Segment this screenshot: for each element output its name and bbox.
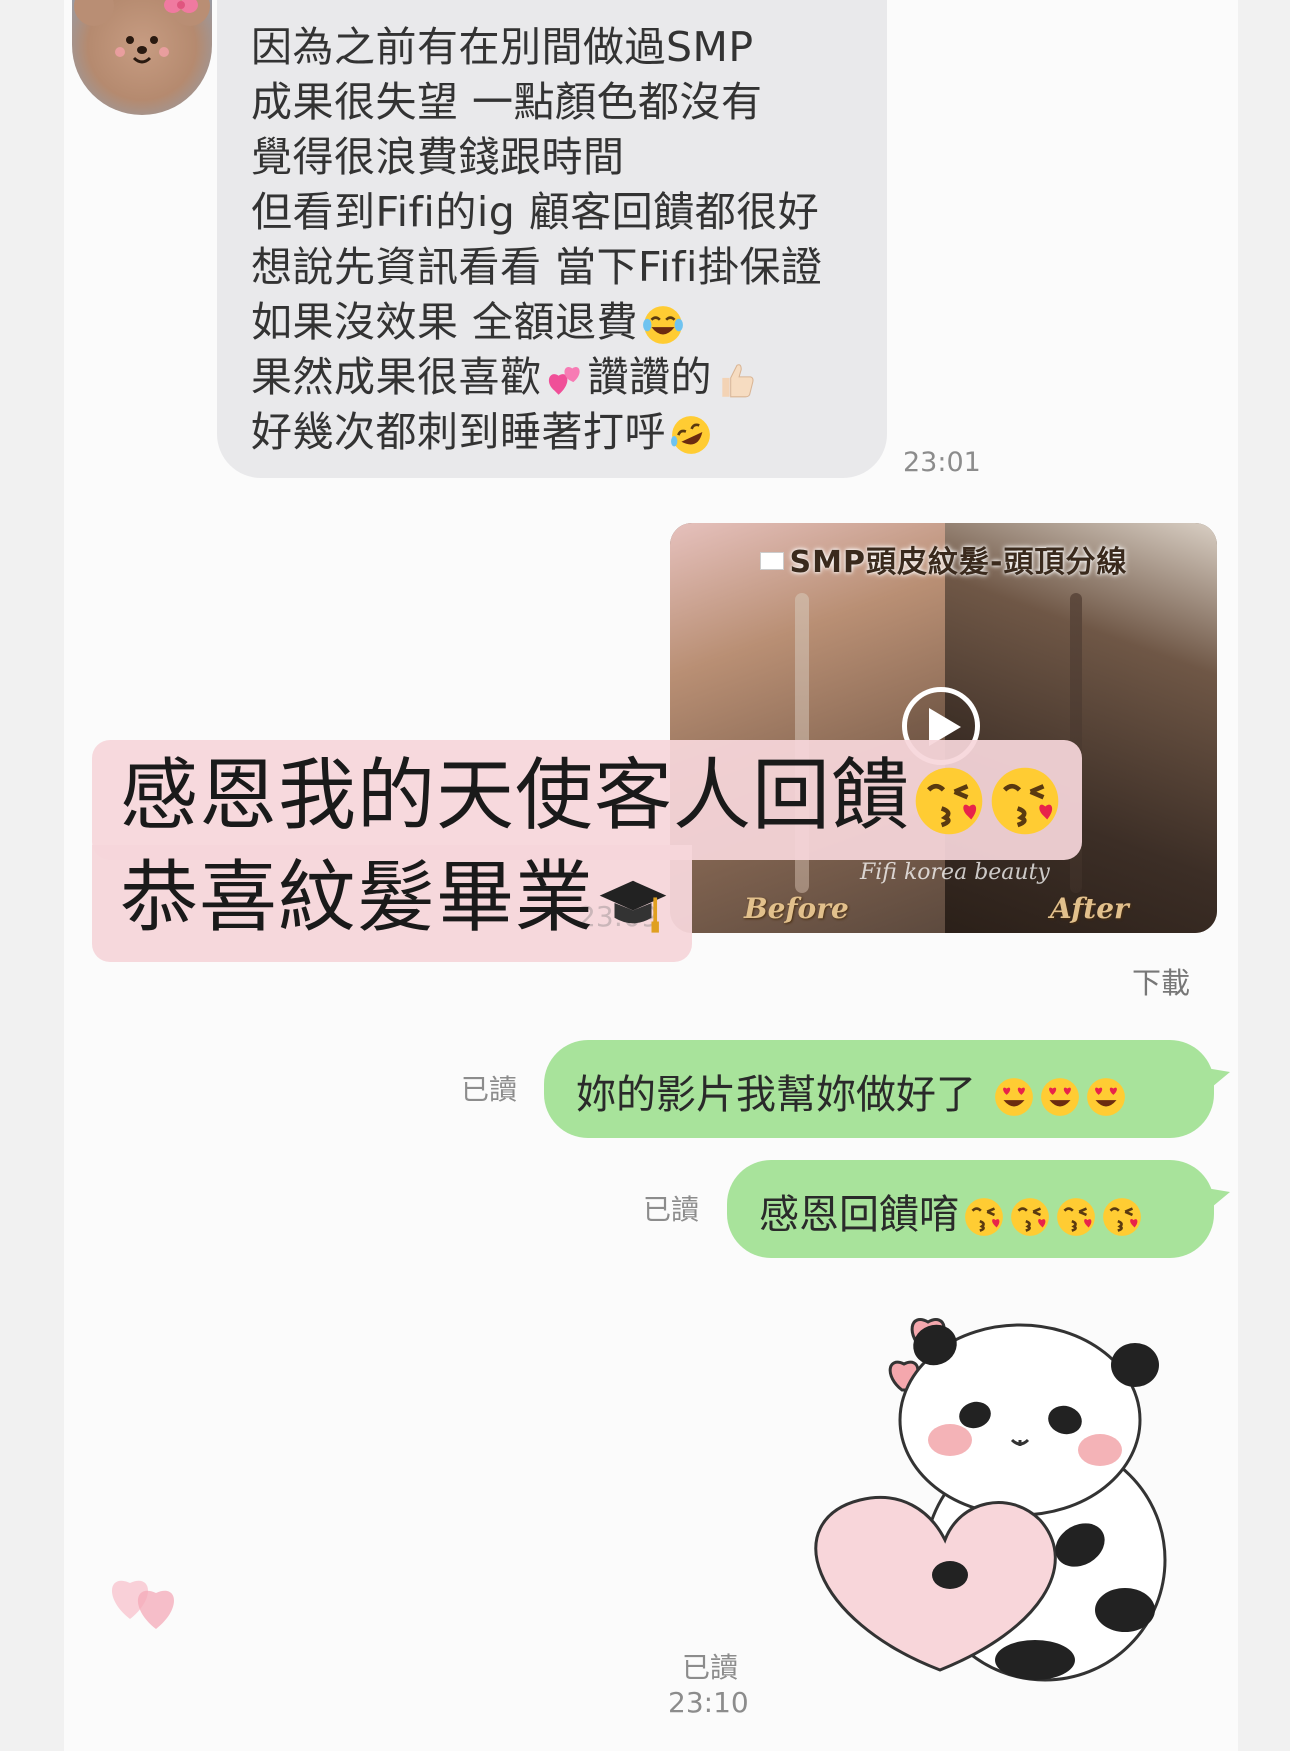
kiss-emoji-icon [1011, 1198, 1049, 1236]
video-banner-text: SMP頭皮紋髮-頭頂分線 [789, 545, 1128, 580]
panda-heart-sticker[interactable] [790, 1290, 1210, 1690]
kiss-emoji-icon [965, 1198, 1003, 1236]
heart-eyes-emoji-icon [994, 1078, 1033, 1116]
message-line-with-emoji: 好幾次都刺到睡著打呼 [251, 405, 887, 460]
caption-line-1: 感恩我的天使客人回饋 [120, 746, 1062, 846]
message-line-with-emoji: 如果沒效果 全額退費 [251, 295, 887, 350]
heart-reaction-icon[interactable] [100, 1555, 200, 1635]
bear-face-icon [115, 36, 169, 64]
kiss-emoji-icon [991, 767, 1059, 834]
message-line: 因為之前有在別間做過SMP [251, 23, 754, 71]
message-line: 成果很失望 一點顏色都沒有 [251, 78, 763, 126]
message-timestamp: 23:01 [903, 447, 981, 478]
outgoing-message-bubble[interactable]: 感恩回饋唷 [727, 1160, 1214, 1258]
bubble-tail [1206, 1188, 1230, 1212]
message-line-text: 讚讚的 [587, 353, 712, 401]
incoming-message-bubble[interactable]: 因為之前有在別間做過SMP 成果很失望 一點顏色都沒有 覺得很浪費錢跟時間 但看… [217, 0, 887, 478]
heart-eyes-emoji-icon [1086, 1078, 1125, 1116]
outgoing-message-bubble[interactable]: 妳的影片我幫妳做好了 [544, 1040, 1214, 1138]
message-line-text: 果然成果很喜歡 [251, 353, 542, 401]
kiss-emoji-icon [1103, 1198, 1141, 1236]
avatar-ear [74, 0, 114, 26]
outgoing-message-text: 感恩回饋唷 [759, 1192, 959, 1238]
video-banner: SMP頭皮紋髮-頭頂分線 [670, 537, 1217, 581]
message-line: 想說先資訊看看 當下Fifi掛保證 [251, 243, 823, 291]
read-receipt: 已讀 [461, 1073, 518, 1106]
message-line-with-emoji: 果然成果很喜歡 讚讚的 [251, 350, 887, 405]
caption-text: 感恩我的天使客人回饋 [120, 751, 911, 841]
bubble-tail [1206, 1068, 1230, 1092]
korea-flag-icon [759, 551, 784, 570]
message-line-text: 好幾次都刺到睡著打呼 [251, 408, 666, 456]
caption-line-2: 恭喜紋髮畢業 [120, 848, 670, 948]
heart-eyes-emoji-icon [1040, 1078, 1079, 1116]
laugh-cry-emoji-icon [643, 306, 683, 344]
thumbs-up-emoji-icon [722, 364, 754, 398]
message-line: 覺得很浪費錢跟時間 [251, 133, 625, 181]
video-watermark: Fifi korea beauty [860, 860, 1050, 885]
download-link[interactable]: 下載 [1132, 960, 1190, 1002]
message-line: 但看到Fifi的ig 顧客回饋都很好 [251, 188, 820, 236]
kiss-emoji-icon [915, 767, 983, 834]
read-receipt: 已讀 [682, 1651, 739, 1684]
before-label: Before [744, 892, 849, 925]
after-label: After [1050, 892, 1129, 925]
graduation-cap-emoji-icon [599, 880, 667, 933]
message-line-text: 如果沒效果 全額退費 [251, 298, 639, 346]
read-receipt: 已讀 [643, 1193, 700, 1226]
caption-text: 恭喜紋髮畢業 [120, 853, 595, 943]
rofl-emoji-icon [671, 416, 710, 454]
kiss-emoji-icon [1057, 1198, 1095, 1236]
bow-icon [164, 0, 198, 13]
two-hearts-emoji-icon [548, 367, 580, 395]
message-timestamp: 23:10 [668, 1686, 749, 1719]
video-thumbnail[interactable]: SMP頭皮紋髮-頭頂分線 Fifi korea beauty Before Af… [670, 523, 1217, 933]
outgoing-message-text: 妳的影片我幫妳做好了 [576, 1072, 989, 1118]
